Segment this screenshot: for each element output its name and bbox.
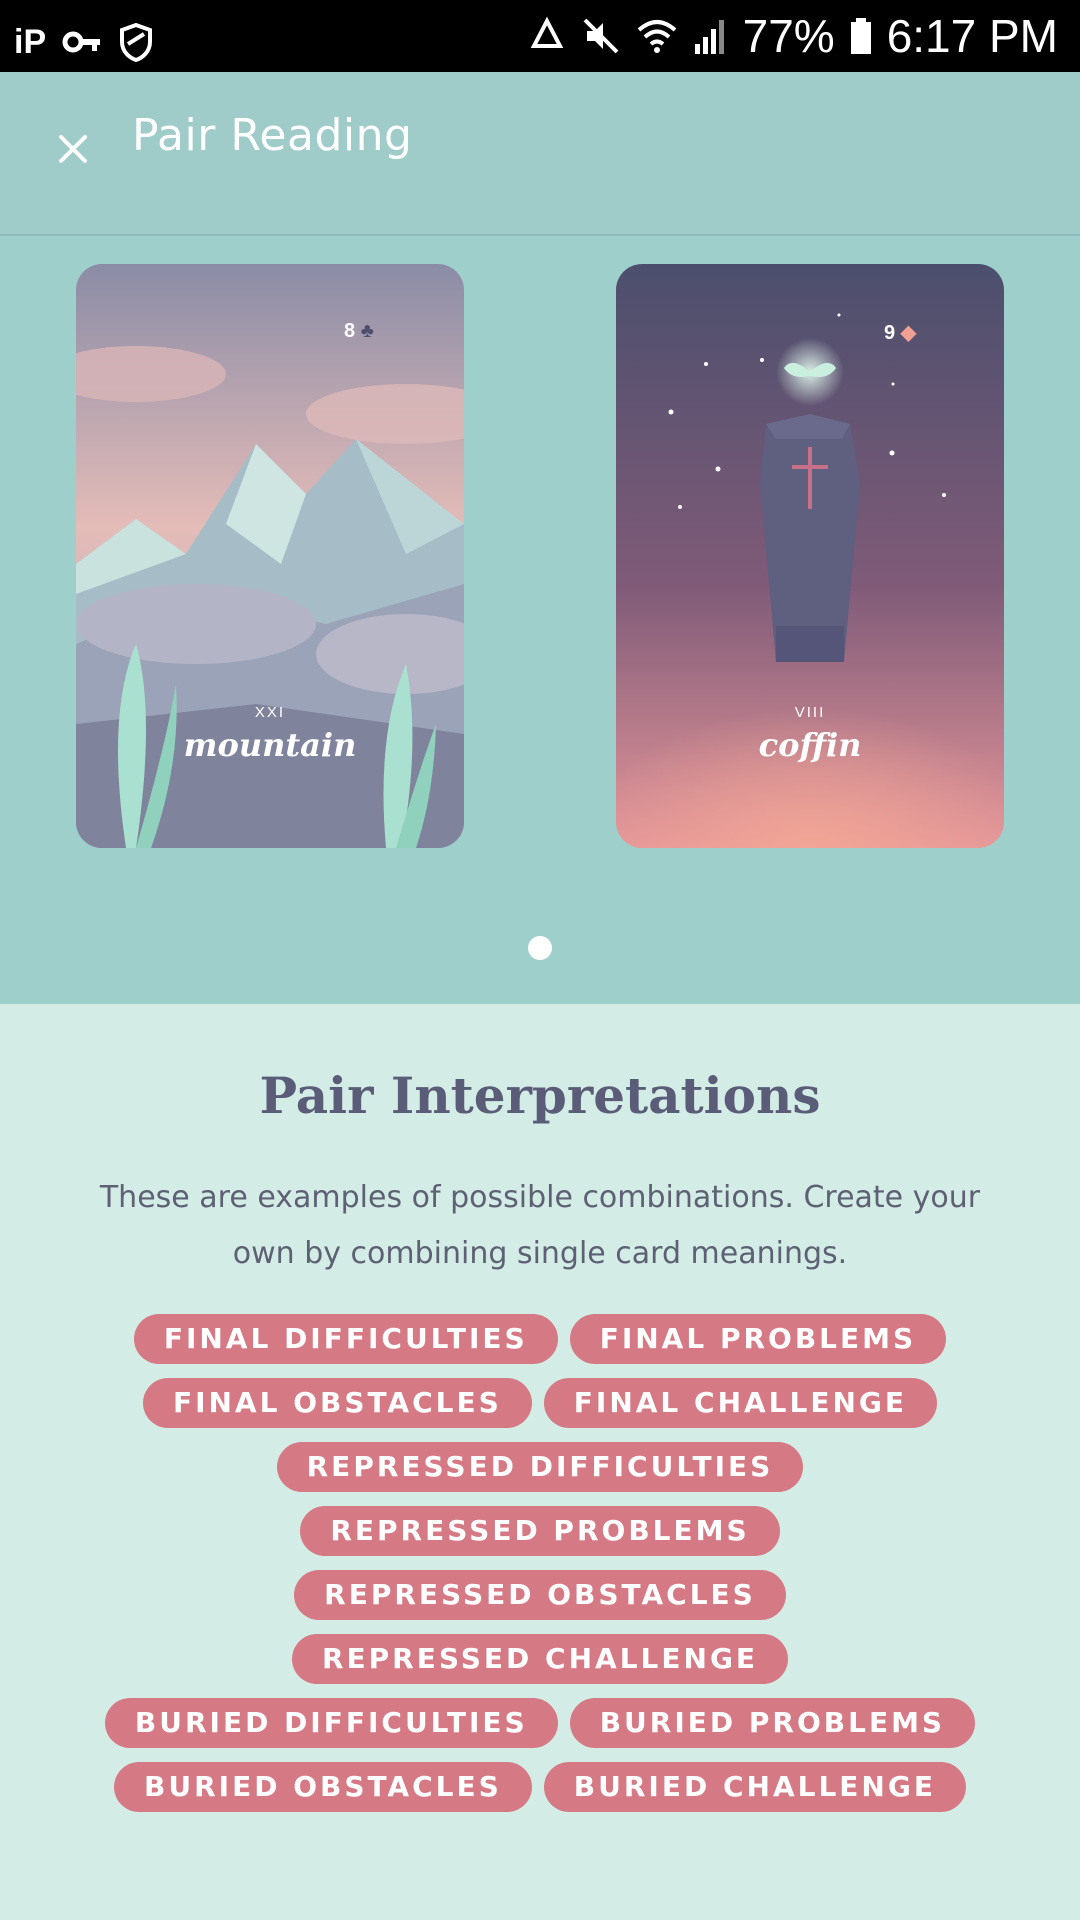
close-icon [59,135,87,163]
interpretation-chip[interactable]: REPRESSED OBSTACLES [294,1570,786,1620]
card-number: 8 [344,320,356,342]
pair-interpretations-section: Pair Interpretations These are examples … [0,1004,1080,1920]
diamond-icon: ◆ [900,322,917,344]
card-roman-numeral: XXI [254,704,286,721]
card-carousel[interactable]: 8 ♣ XXI mountain 9 ◆ VIII coffin [0,236,1080,1004]
app-header: Pair Reading [0,72,1080,236]
card-name: coffin [758,726,862,764]
interpretation-chip[interactable]: REPRESSED DIFFICULTIES [276,1442,804,1492]
chip-row: REPRESSED PROBLEMS [0,1506,1080,1556]
interpretation-chip[interactable]: REPRESSED CHALLENGE [291,1634,789,1684]
card-roman-numeral: VIII [794,704,826,721]
club-icon: ♣ [360,320,374,342]
chip-row: REPRESSED OBSTACLES [0,1570,1080,1620]
close-button[interactable] [52,128,94,170]
battery-percent: 77% [742,10,835,62]
recycle-icon [530,16,563,48]
chip-row: FINAL DIFFICULTIES FINAL PROBLEMS [0,1314,1080,1364]
interpretation-chip[interactable]: FINAL CHALLENGE [543,1378,938,1428]
key-icon [62,31,101,53]
chip-row: REPRESSED DIFFICULTIES [0,1442,1080,1492]
chip-row: FINAL OBSTACLES FINAL CHALLENGE [0,1378,1080,1428]
clock: 6:17 PM [886,10,1058,62]
battery-icon [850,18,871,54]
signal-icon [694,20,724,54]
chip-row: REPRESSED CHALLENGE [0,1634,1080,1684]
shield-icon [120,22,153,62]
interpretation-chip[interactable]: REPRESSED PROBLEMS [300,1506,780,1556]
chip-row: BURIED OBSTACLES BURIED CHALLENGE [0,1762,1080,1812]
interpretation-chip[interactable]: BURIED CHALLENGE [543,1762,966,1812]
card-number: 9 [884,322,896,344]
page-title: Pair Reading [132,110,413,161]
interpretation-chip[interactable]: FINAL OBSTACLES [142,1378,532,1428]
interpretation-chip[interactable]: FINAL PROBLEMS [569,1314,947,1364]
mute-icon [583,18,619,54]
wifi-icon [637,20,676,53]
interpretation-chip[interactable]: BURIED DIFFICULTIES [104,1698,558,1748]
interpretation-chip[interactable]: BURIED PROBLEMS [569,1698,976,1748]
carousel-page-indicator[interactable] [528,936,552,960]
card-mountain[interactable]: 8 ♣ XXI mountain [76,264,464,848]
interpretation-chip[interactable]: BURIED OBSTACLES [114,1762,532,1812]
section-title: Pair Interpretations [259,1066,821,1125]
interpretation-chips: FINAL DIFFICULTIES FINAL PROBLEMS FINAL OB… [0,1314,1080,1826]
ip-icon: iP [14,23,47,61]
section-description: These are examples of possible combinati… [99,1180,981,1271]
status-bar: iP 77% 6:17 PM [0,0,1080,72]
interpretation-chip[interactable]: FINAL DIFFICULTIES [133,1314,558,1364]
card-name: mountain [183,726,357,764]
chip-row: BURIED DIFFICULTIES BURIED PROBLEMS [0,1698,1080,1748]
card-coffin[interactable]: 9 ◆ VIII coffin [616,264,1004,848]
